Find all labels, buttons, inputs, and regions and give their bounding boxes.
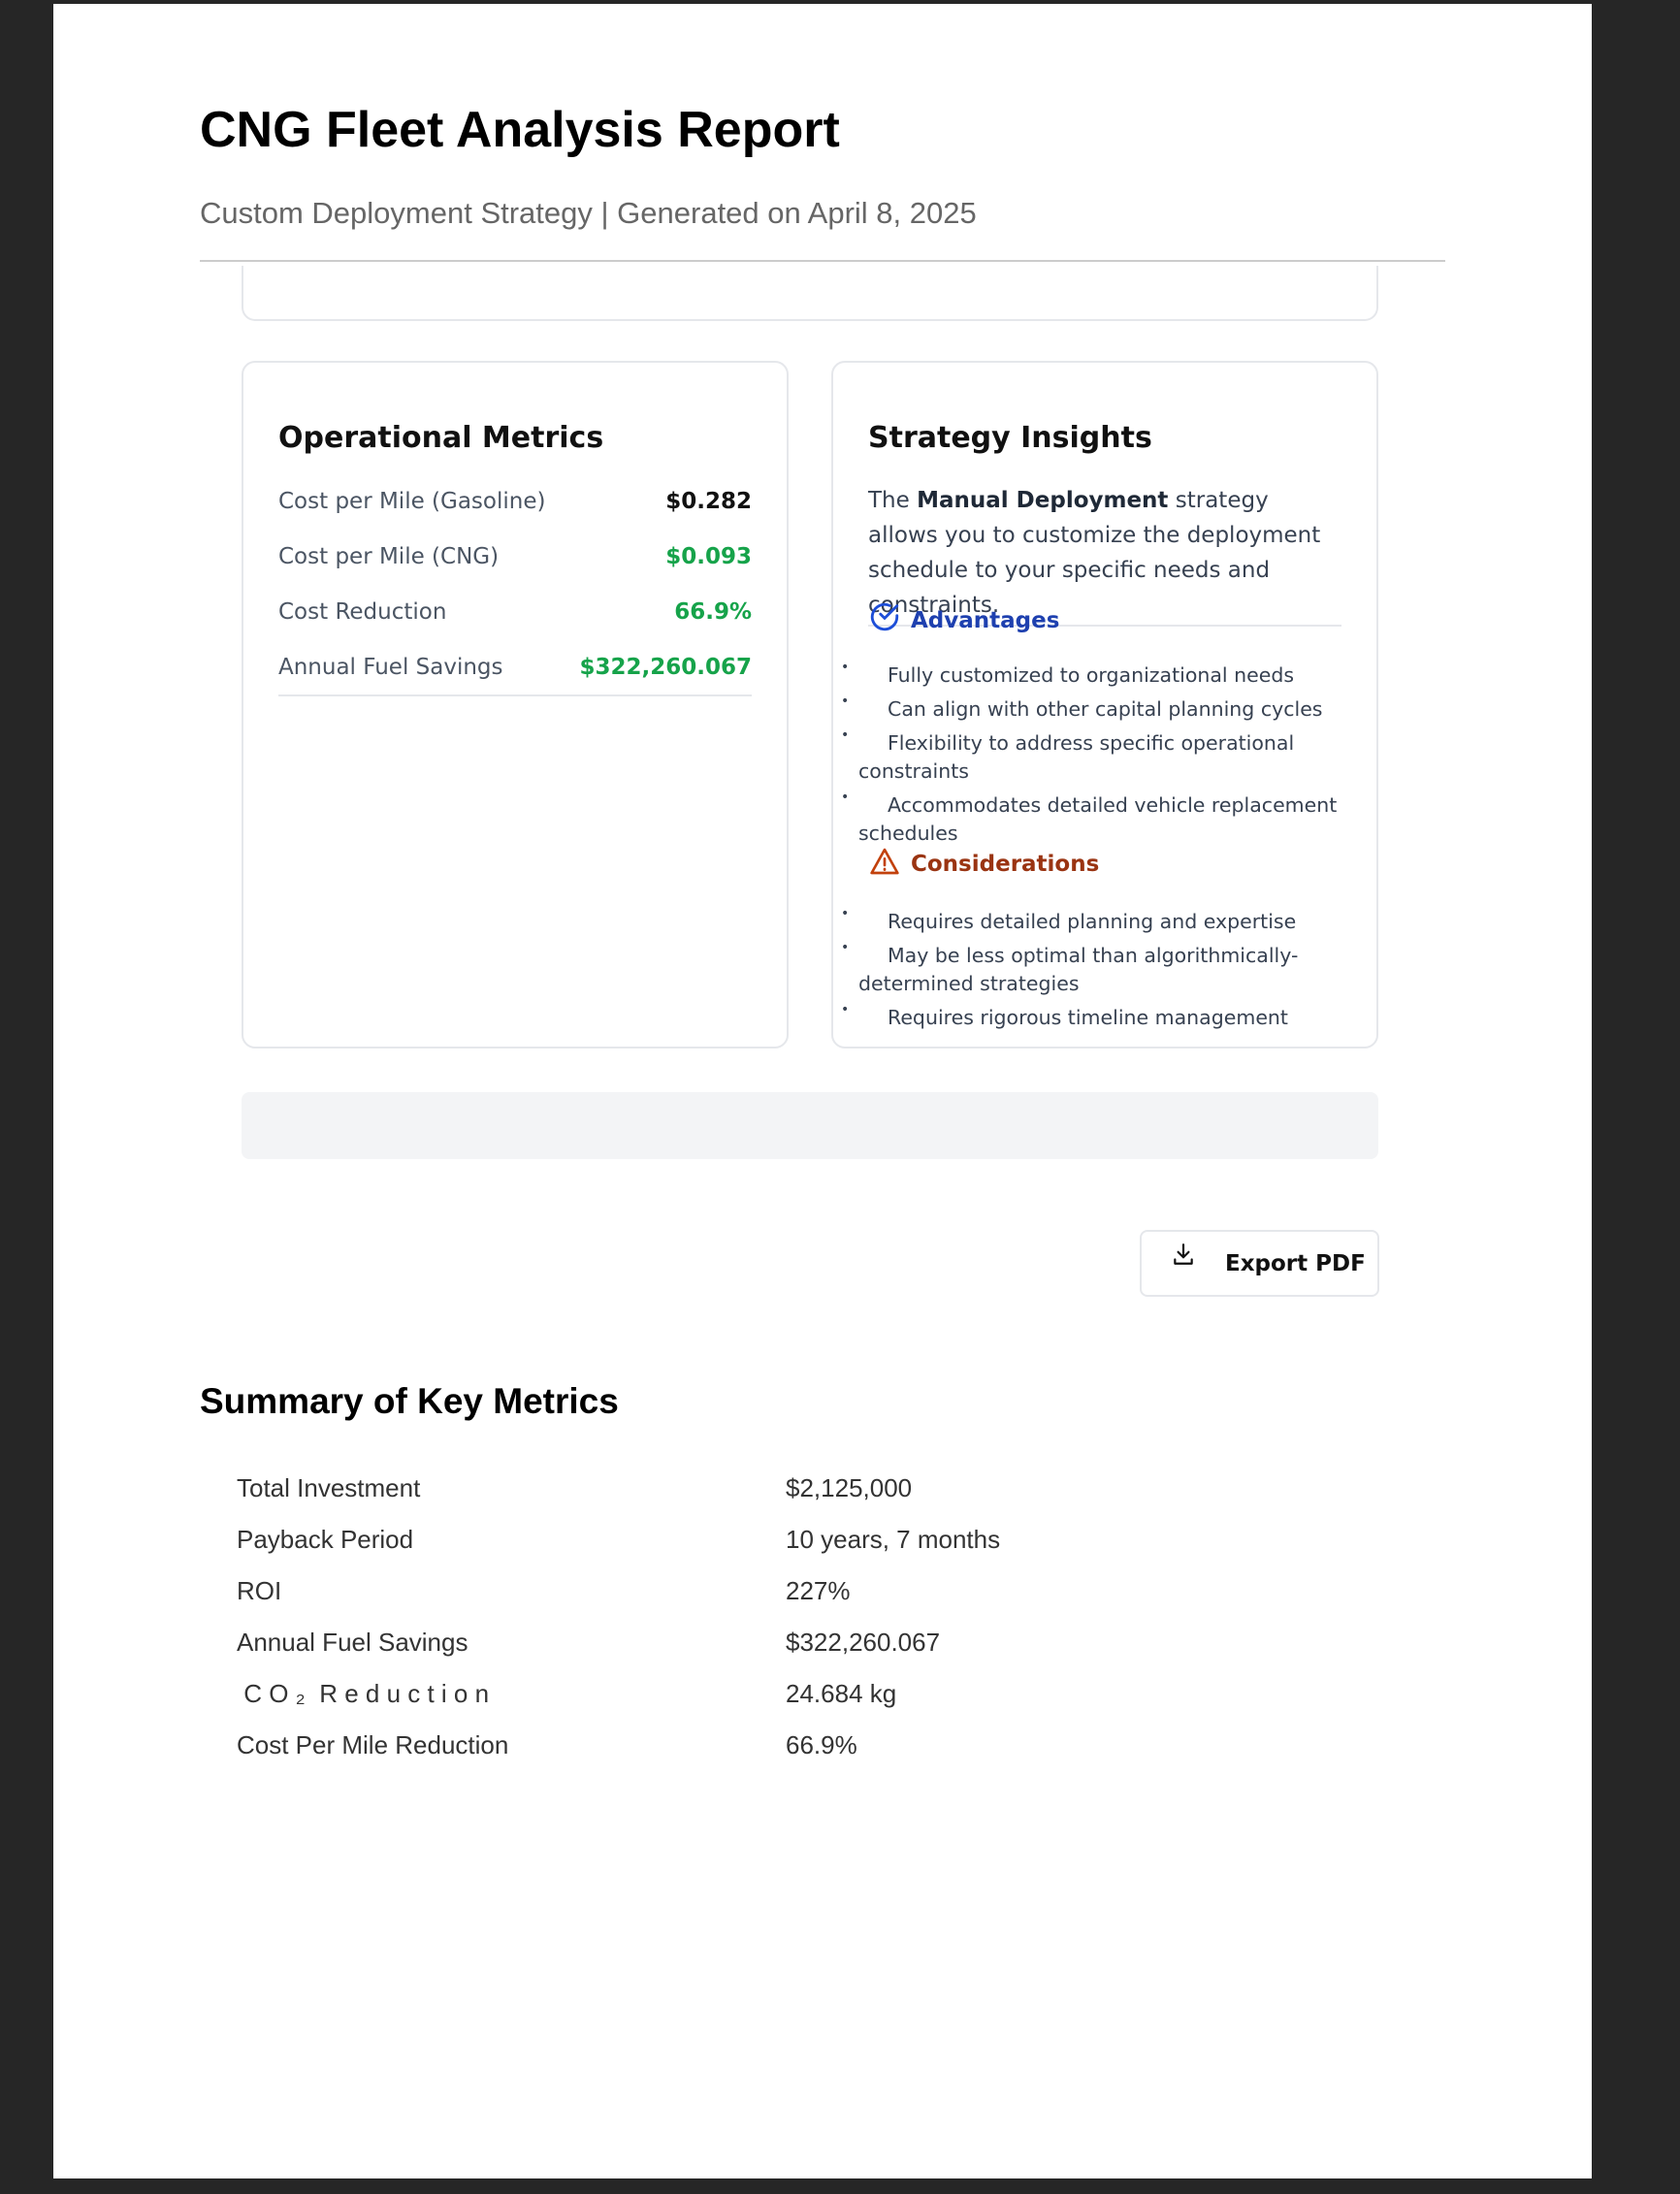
list-item: May be less optimal than algorithmically… — [841, 934, 1347, 998]
table-row: Annual Fuel Savings $322,260.067 — [237, 1617, 1000, 1668]
metric-value: 66.9% — [674, 598, 752, 625]
row-label: Annual Fuel Savings — [237, 1628, 468, 1657]
metric-value: $322,260.067 — [579, 654, 752, 680]
row-value: 24.684 kg — [786, 1679, 897, 1708]
list-item: Fully customized to organizational needs — [841, 654, 1347, 690]
row-value: 66.9% — [786, 1730, 857, 1759]
intro-text: The — [868, 488, 918, 513]
row-label: C O ₂ R e d u c t i o n — [237, 1679, 490, 1708]
metric-row: Annual Fuel Savings $322,260.067 — [278, 639, 752, 694]
table-row: Payback Period 10 years, 7 months — [237, 1514, 1000, 1565]
metric-row: Cost per Mile (Gasoline) $0.282 — [278, 473, 752, 529]
metric-value: $0.282 — [665, 488, 752, 514]
check-circle-icon — [870, 602, 899, 631]
table-row: Cost Per Mile Reduction 66.9% — [237, 1720, 1000, 1771]
row-value: 10 years, 7 months — [786, 1525, 1001, 1554]
report-page: CNG Fleet Analysis Report Custom Deploym… — [53, 4, 1592, 2178]
export-pdf-button[interactable]: Export PDF — [1140, 1230, 1379, 1297]
advantages-list: Fully customized to organizational needs… — [841, 654, 1347, 854]
table-row: Total Investment $2,125,000 — [237, 1463, 1000, 1514]
row-value: 227% — [786, 1576, 851, 1605]
strategy-name: Manual Deployment — [917, 488, 1169, 513]
export-label: Export PDF — [1225, 1250, 1366, 1276]
table-row: ROI 227% — [237, 1565, 1000, 1617]
summary-title: Summary of Key Metrics — [200, 1381, 619, 1421]
divider — [200, 260, 1445, 262]
operational-metrics-card: Operational Metrics Cost per Mile (Gasol… — [242, 361, 789, 1049]
metric-label: Cost per Mile (Gasoline) — [278, 488, 546, 514]
list-item: Requires rigorous timeline management — [841, 996, 1347, 1032]
card-title: Strategy Insights — [868, 421, 1152, 455]
metric-row: Cost per Mile (CNG) $0.093 — [278, 529, 752, 584]
summary-table: Total Investment $2,125,000 Payback Perio… — [237, 1463, 1000, 1771]
row-value: $2,125,000 — [786, 1473, 913, 1502]
considerations-heading: Considerations — [868, 846, 1099, 877]
considerations-title: Considerations — [911, 852, 1100, 877]
list-item: Flexibility to address specific operatio… — [841, 722, 1347, 786]
page-subtitle: Custom Deployment Strategy | Generated o… — [200, 196, 977, 230]
row-label: Payback Period — [237, 1525, 414, 1554]
row-label: Total Investment — [237, 1473, 421, 1502]
row-label: ROI — [237, 1576, 282, 1605]
list-item: Can align with other capital planning cy… — [841, 688, 1347, 724]
page-title: CNG Fleet Analysis Report — [200, 102, 840, 158]
download-icon — [1174, 1242, 1193, 1265]
metric-row: Cost Reduction 66.9% — [278, 584, 752, 639]
advantages-heading: Advantages — [868, 600, 1059, 633]
row-value: $322,260.067 — [786, 1628, 941, 1657]
metric-label: Cost Reduction — [278, 598, 447, 625]
placeholder-panel — [242, 1092, 1378, 1159]
considerations-list: Requires detailed planning and expertise… — [841, 900, 1347, 1038]
list-item: Accommodates detailed vehicle replacemen… — [841, 784, 1347, 848]
metric-value: $0.093 — [665, 543, 752, 569]
advantages-title: Advantages — [911, 608, 1060, 633]
card-title: Operational Metrics — [278, 421, 604, 455]
metric-label: Cost per Mile (CNG) — [278, 543, 500, 569]
strategy-insights-card: Strategy Insights The Manual Deployment … — [831, 361, 1378, 1049]
metric-label: Annual Fuel Savings — [278, 654, 503, 680]
row-label: Cost Per Mile Reduction — [237, 1730, 509, 1759]
table-row: C O ₂ R e d u c t i o n 24.684 kg — [237, 1668, 1000, 1720]
list-item: Requires detailed planning and expertise — [841, 900, 1347, 936]
warning-triangle-icon — [870, 848, 899, 875]
previous-card — [242, 266, 1378, 321]
